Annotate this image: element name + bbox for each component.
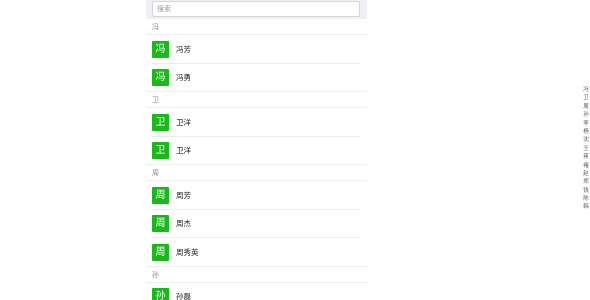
contact-avatar: 冯 <box>152 69 169 87</box>
index-letter[interactable]: 韩 <box>583 203 589 211</box>
contact-avatar: 冯 <box>152 40 169 58</box>
index-letter[interactable]: 周 <box>583 103 589 111</box>
index-letter[interactable]: 赵 <box>583 170 589 178</box>
index-letter[interactable]: 郑 <box>583 178 589 186</box>
index-letter[interactable]: 蒋 <box>583 153 589 161</box>
contact-row[interactable]: 周周杰 <box>146 210 367 239</box>
index-letter[interactable]: 王 <box>583 145 589 153</box>
index-letter[interactable]: 孙 <box>583 111 589 119</box>
contact-name: 周芳 <box>176 190 191 200</box>
contact-row[interactable]: 冯冯芳 <box>146 35 367 64</box>
contact-avatar: 周 <box>152 186 169 204</box>
index-letter[interactable]: 冯 <box>583 86 589 94</box>
section-header: 周 <box>146 165 367 181</box>
contact-name: 冯芳 <box>176 44 191 54</box>
contact-avatar: 卫 <box>152 142 169 160</box>
contact-list-panel: 冯冯冯芳冯冯勇卫卫卫洋卫卫洋周周周芳周周杰周周秀英孙孙孙磊 <box>146 0 367 300</box>
section-header: 孙 <box>146 266 367 283</box>
alphabet-index-bar: 冯卫周孙李杨沈王蒋褚赵郑钱陈韩 <box>582 86 590 212</box>
contact-row[interactable]: 卫卫洋 <box>146 108 367 137</box>
contact-name: 冯勇 <box>176 73 191 83</box>
index-letter[interactable]: 陈 <box>583 195 589 203</box>
search-bar <box>146 0 367 19</box>
contact-name: 卫洋 <box>176 146 191 156</box>
index-letter[interactable]: 褚 <box>583 162 589 170</box>
index-letter[interactable]: 沈 <box>583 136 589 144</box>
contact-avatar: 卫 <box>152 113 169 131</box>
contact-avatar: 孙 <box>152 288 169 300</box>
contact-row[interactable]: 周周芳 <box>146 181 367 210</box>
contact-row[interactable]: 冯冯勇 <box>146 64 367 93</box>
search-input[interactable] <box>152 1 360 17</box>
section-header: 卫 <box>146 92 367 108</box>
contact-list: 冯冯冯芳冯冯勇卫卫卫洋卫卫洋周周周芳周周杰周周秀英孙孙孙磊 <box>146 19 367 300</box>
index-letter[interactable]: 李 <box>583 120 589 128</box>
contact-row[interactable]: 卫卫洋 <box>146 137 367 166</box>
contact-name: 孙磊 <box>176 292 191 300</box>
contact-row[interactable]: 周周秀英 <box>146 238 367 267</box>
section-header: 冯 <box>146 19 367 35</box>
index-letter[interactable]: 卫 <box>583 94 589 102</box>
index-letter[interactable]: 杨 <box>583 128 589 136</box>
contact-name: 周秀英 <box>176 247 199 257</box>
contact-avatar: 周 <box>152 243 169 261</box>
contact-name: 周杰 <box>176 219 191 229</box>
contact-row[interactable]: 孙孙磊 <box>146 283 367 300</box>
contact-name: 卫洋 <box>176 117 191 127</box>
contact-avatar: 周 <box>152 215 169 233</box>
index-letter[interactable]: 钱 <box>583 187 589 195</box>
